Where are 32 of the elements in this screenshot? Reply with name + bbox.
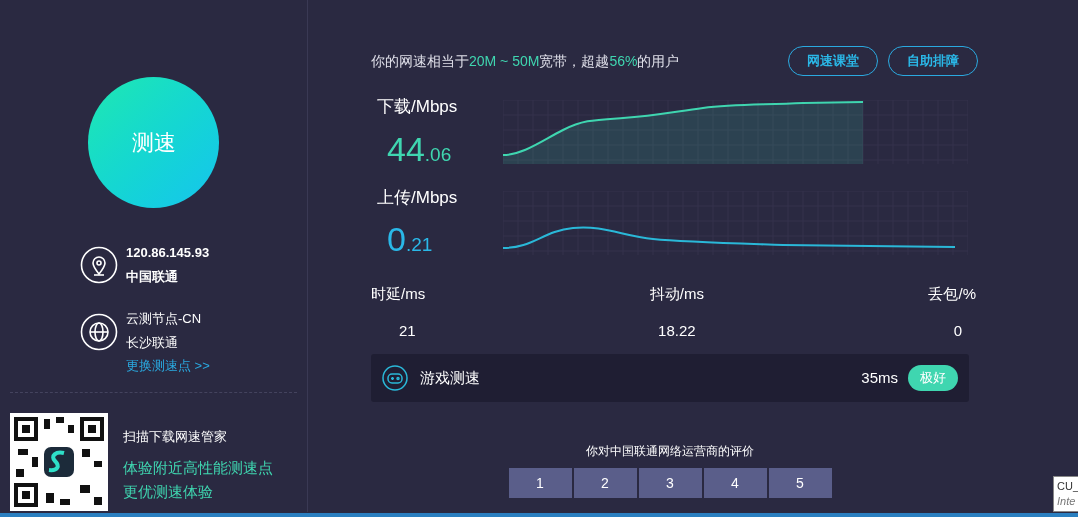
tooltip-text: Inte xyxy=(1057,494,1077,509)
promo-title: 扫描下载网速管家 xyxy=(123,427,228,446)
feedback-question: 你对中国联通网络运营商的评价 xyxy=(586,443,754,460)
game-test-label: 游戏测速 xyxy=(420,367,480,388)
rating-option[interactable]: 5 xyxy=(768,468,832,498)
upload-speed: 0.21 xyxy=(386,219,434,260)
metric-value: 21 xyxy=(398,320,416,341)
gamepad-icon xyxy=(382,365,408,391)
download-label: 下载/Mbps xyxy=(377,96,459,118)
metric-label: 抖动/ms xyxy=(649,284,704,304)
upload-label: 上传/Mbps xyxy=(377,186,459,209)
download-speed: 44.06 xyxy=(386,128,453,170)
metric-label: 时延/ms xyxy=(371,284,426,304)
rating-option[interactable]: 2 xyxy=(573,468,637,498)
ip-address: 120.86.145.93 xyxy=(126,244,210,262)
metric-value: 18.22 xyxy=(658,320,696,341)
isp-name: 中国联通 xyxy=(126,267,179,286)
speed-summary: 你的网速相当于20M ~ 50M宽带，超越56%的用户 xyxy=(371,51,680,71)
game-latency: 35ms xyxy=(861,367,898,388)
promo-text: 体验附近高性能测速点 xyxy=(123,458,273,478)
node-name: 云测节点-CN xyxy=(126,310,203,328)
node-location: 长沙联通 xyxy=(126,333,179,352)
rating-option[interactable]: 4 xyxy=(703,468,767,498)
location-pin-icon xyxy=(80,245,118,284)
rating-badge: 极好 xyxy=(908,365,958,391)
metric-value: 0 xyxy=(953,320,963,341)
metric-label: 丢包/% xyxy=(928,284,976,304)
rating-option[interactable]: 1 xyxy=(508,468,572,498)
change-node-link[interactable]: 更换测速点 >> xyxy=(126,356,210,376)
globe-icon xyxy=(80,313,118,351)
rating-option[interactable]: 3 xyxy=(638,468,702,498)
promo-text: 更优测速体验 xyxy=(123,482,214,502)
